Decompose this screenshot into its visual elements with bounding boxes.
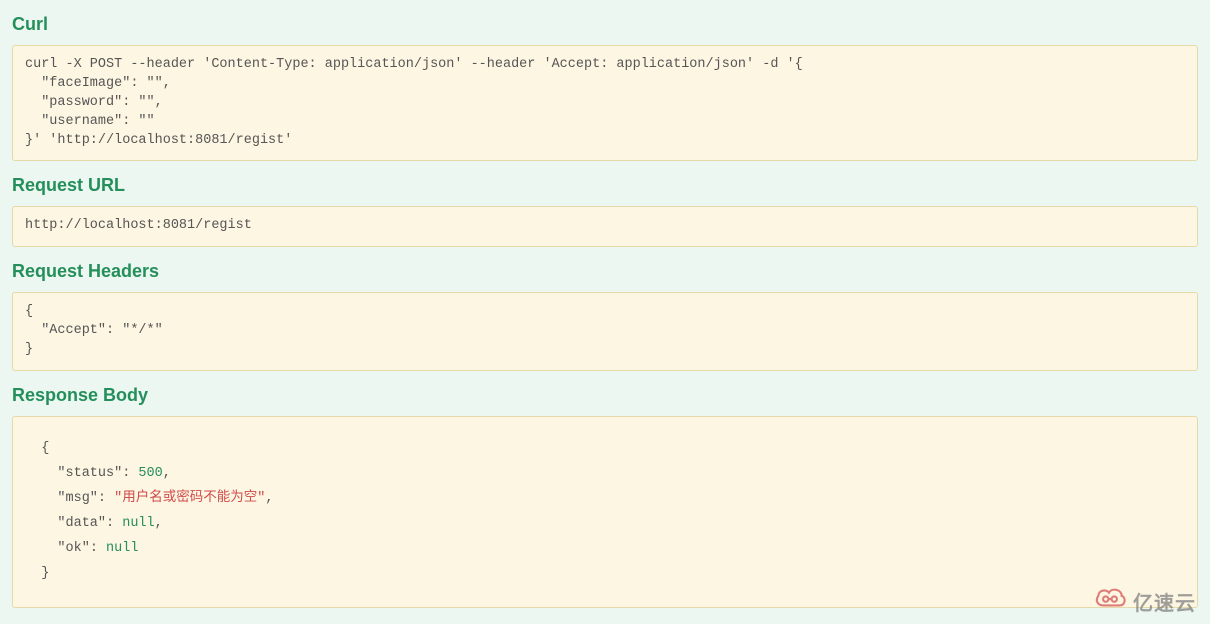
json-comma: , (265, 491, 273, 506)
request-headers-heading: Request Headers (12, 261, 1198, 282)
json-separator: : (90, 541, 106, 556)
response-body-heading: Response Body (12, 385, 1198, 406)
json-value: null (106, 541, 138, 556)
watermark-text: 亿速云 (1133, 587, 1196, 616)
json-kv-line: "status": 500, (25, 462, 1185, 487)
request-headers-code-block[interactable]: { "Accept": "*/*" } (12, 292, 1198, 371)
json-value: null (122, 516, 154, 531)
json-key: "ok" (57, 541, 89, 556)
json-brace-open: { (25, 437, 1185, 462)
watermark: 亿速云 (1093, 584, 1196, 618)
json-value: 500 (138, 466, 162, 481)
json-separator: : (122, 466, 138, 481)
cloud-icon (1093, 584, 1127, 618)
curl-code-block[interactable]: curl -X POST --header 'Content-Type: app… (12, 45, 1198, 161)
json-comma: , (163, 466, 171, 481)
json-separator: : (106, 516, 122, 531)
json-brace-close: } (25, 562, 1185, 587)
request-url-code-block[interactable]: http://localhost:8081/regist (12, 206, 1198, 247)
json-kv-line: "msg": "用户名或密码不能为空", (25, 487, 1185, 512)
json-key: "msg" (57, 491, 98, 506)
response-body-code-block[interactable]: { "status": 500, "msg": "用户名或密码不能为空", "d… (12, 416, 1198, 608)
json-kv-line: "data": null, (25, 512, 1185, 537)
json-key: "data" (57, 516, 106, 531)
curl-heading: Curl (12, 14, 1198, 35)
json-separator: : (98, 491, 114, 506)
request-url-heading: Request URL (12, 175, 1198, 196)
json-comma: , (155, 516, 163, 531)
json-kv-line: "ok": null (25, 537, 1185, 562)
json-key: "status" (57, 466, 122, 481)
json-value: "用户名或密码不能为空" (114, 491, 265, 506)
